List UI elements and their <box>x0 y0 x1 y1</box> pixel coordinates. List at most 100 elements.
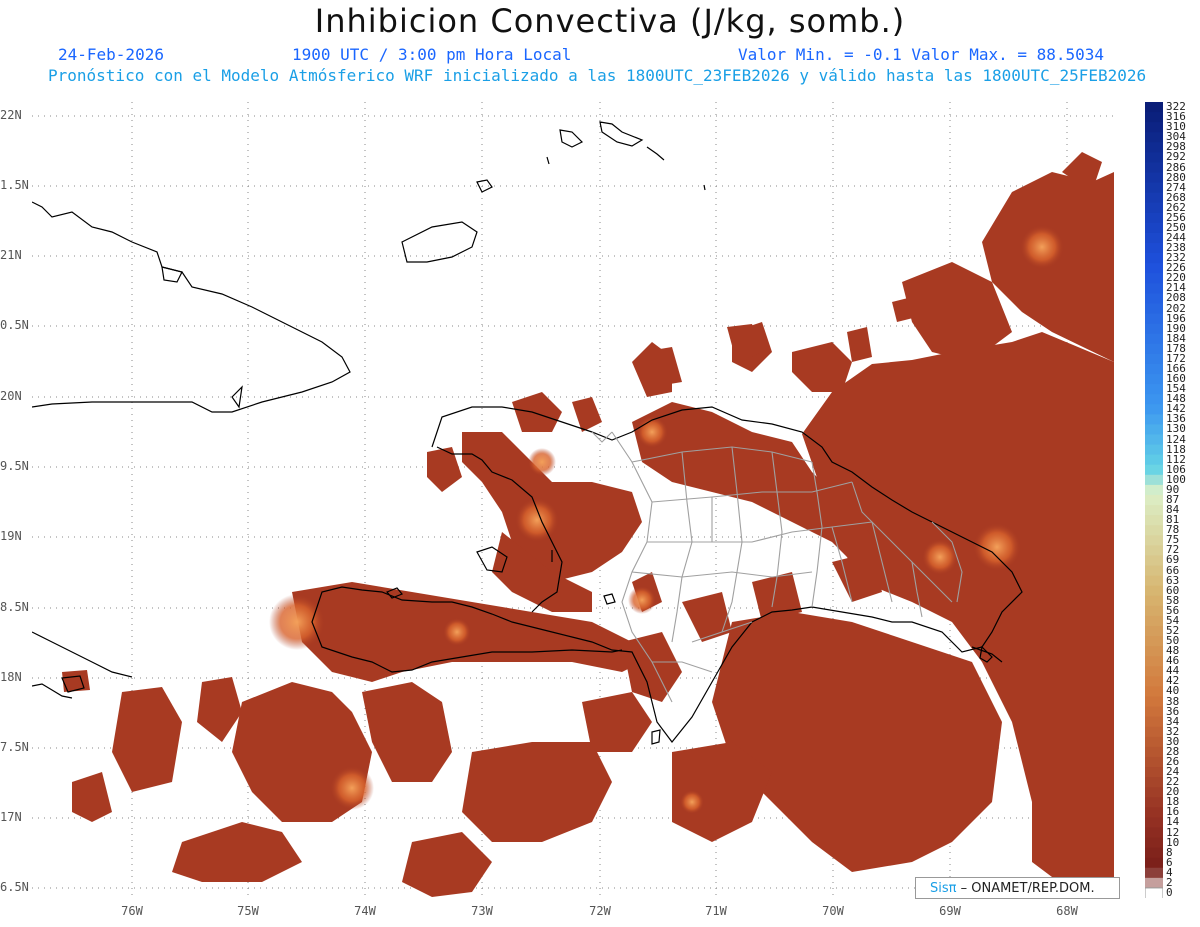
colorbar-swatch <box>1145 696 1163 708</box>
colorbar-swatch <box>1145 313 1163 325</box>
colorbar-swatch <box>1145 484 1163 496</box>
lat-tick: 22N <box>0 108 22 122</box>
colorbar-swatch <box>1145 877 1163 889</box>
lon-tick: 73W <box>471 904 493 918</box>
lon-tick: 68W <box>1056 904 1078 918</box>
colorbar-swatch <box>1145 555 1163 567</box>
cin-shading <box>62 152 1114 898</box>
lon-tick: 72W <box>589 904 611 918</box>
colorbar-swatch <box>1145 303 1163 315</box>
colorbar-swatch <box>1145 837 1163 849</box>
colorbar-swatch <box>1145 253 1163 264</box>
colorbar-swatch <box>1145 142 1163 153</box>
colorbar-swatch <box>1145 243 1163 254</box>
colorbar-swatch <box>1145 887 1163 898</box>
lat-tick: 1.5N <box>0 178 29 192</box>
lat-tick: 21N <box>0 248 22 262</box>
colorbar-swatch <box>1145 454 1163 466</box>
colorbar-swatch <box>1145 726 1163 738</box>
colorbar-swatch <box>1145 384 1163 395</box>
colorbar-swatch <box>1145 132 1163 143</box>
colorbar-swatch <box>1145 112 1163 123</box>
colorbar-swatch <box>1145 202 1163 214</box>
colorbar-swatch <box>1145 746 1163 758</box>
colorbar-swatch <box>1145 293 1163 305</box>
lon-tick: 71W <box>705 904 727 918</box>
lat-tick: 6.5N <box>0 880 29 894</box>
lat-tick: 9.5N <box>0 459 29 473</box>
colorbar-swatch <box>1145 505 1163 516</box>
colorbar-swatch <box>1145 827 1163 839</box>
colorbar-swatch <box>1145 565 1163 577</box>
forecast-subtitle: Pronóstico con el Modelo Atmósferico WRF… <box>48 66 1147 85</box>
lat-tick: 7.5N <box>0 740 29 754</box>
colorbar-swatch <box>1145 817 1163 829</box>
colorbar-swatch <box>1145 797 1163 808</box>
lon-tick: 75W <box>237 904 259 918</box>
colorbar-swatch <box>1145 444 1163 456</box>
lon-tick: 76W <box>121 904 143 918</box>
colorbar-swatch <box>1145 615 1163 627</box>
colorbar-swatch <box>1145 424 1163 436</box>
colorbar <box>1145 102 1163 898</box>
colorbar-swatch <box>1145 353 1163 365</box>
lat-tick: 17N <box>0 810 22 824</box>
colorbar-swatch <box>1145 545 1163 557</box>
colorbar-swatch <box>1145 273 1163 284</box>
credit-badge: Sisπ – ONAMET/REP.DOM. <box>915 877 1120 899</box>
lat-tick: 8.5N <box>0 600 29 614</box>
colorbar-swatch <box>1145 222 1163 234</box>
map-canvas <box>32 102 1114 898</box>
colorbar-swatch <box>1145 464 1163 476</box>
credit-text: – ONAMET/REP.DOM. <box>956 881 1095 896</box>
lon-tick: 74W <box>354 904 376 918</box>
colorbar-swatch <box>1145 515 1163 526</box>
colorbar-swatch <box>1145 636 1163 647</box>
colorbar-swatch <box>1145 676 1163 688</box>
colorbar-swatch <box>1145 605 1163 617</box>
colorbar-swatch <box>1145 706 1163 718</box>
colorbar-swatch <box>1145 232 1163 244</box>
colorbar-swatch <box>1145 625 1163 637</box>
colorbar-swatch <box>1145 525 1163 536</box>
colorbar-swatch <box>1145 363 1163 375</box>
forecast-map-page: Inhibicion Convectiva (J/kg, somb.) 24-F… <box>0 0 1200 927</box>
colorbar-swatch <box>1145 585 1163 597</box>
colorbar-label: 0 <box>1166 885 1173 899</box>
colorbar-swatch <box>1145 575 1163 587</box>
colorbar-swatch <box>1145 162 1163 174</box>
colorbar-swatch <box>1145 122 1163 133</box>
colorbar-swatch <box>1145 172 1163 184</box>
lat-tick: 18N <box>0 670 22 684</box>
colorbar-swatch <box>1145 857 1163 869</box>
colorbar-swatch <box>1145 686 1163 698</box>
colorbar-swatch <box>1145 333 1163 345</box>
lat-tick: 19N <box>0 529 22 543</box>
colorbar-swatch <box>1145 847 1163 859</box>
colorbar-swatch <box>1145 323 1163 335</box>
colorbar-swatch <box>1145 646 1163 657</box>
colorbar-swatch <box>1145 192 1163 204</box>
colorbar-swatch <box>1145 414 1163 426</box>
colorbar-swatch <box>1145 807 1163 818</box>
colorbar-swatch <box>1145 283 1163 295</box>
colorbar-swatch <box>1145 394 1163 405</box>
colorbar-swatch <box>1145 152 1163 164</box>
lon-tick: 70W <box>822 904 844 918</box>
colorbar-swatch <box>1145 756 1163 768</box>
colorbar-swatch <box>1145 767 1163 778</box>
colorbar-swatch <box>1145 404 1163 415</box>
colorbar-swatch <box>1145 736 1163 748</box>
lat-tick: 0.5N <box>0 318 29 332</box>
colorbar-swatch <box>1145 666 1163 677</box>
colorbar-swatch <box>1145 867 1163 879</box>
value-min-max: Valor Min. = -0.1 Valor Max. = 88.5034 <box>738 45 1105 64</box>
colorbar-swatch <box>1145 263 1163 274</box>
map-title: Inhibicion Convectiva (J/kg, somb.) <box>314 2 906 40</box>
credit-brand: Sisπ <box>930 881 957 896</box>
colorbar-swatch <box>1145 212 1163 224</box>
lat-tick: 20N <box>0 389 22 403</box>
colorbar-swatch <box>1145 434 1163 446</box>
forecast-time: 1900 UTC / 3:00 pm Hora Local <box>292 45 572 64</box>
colorbar-swatch <box>1145 716 1163 728</box>
